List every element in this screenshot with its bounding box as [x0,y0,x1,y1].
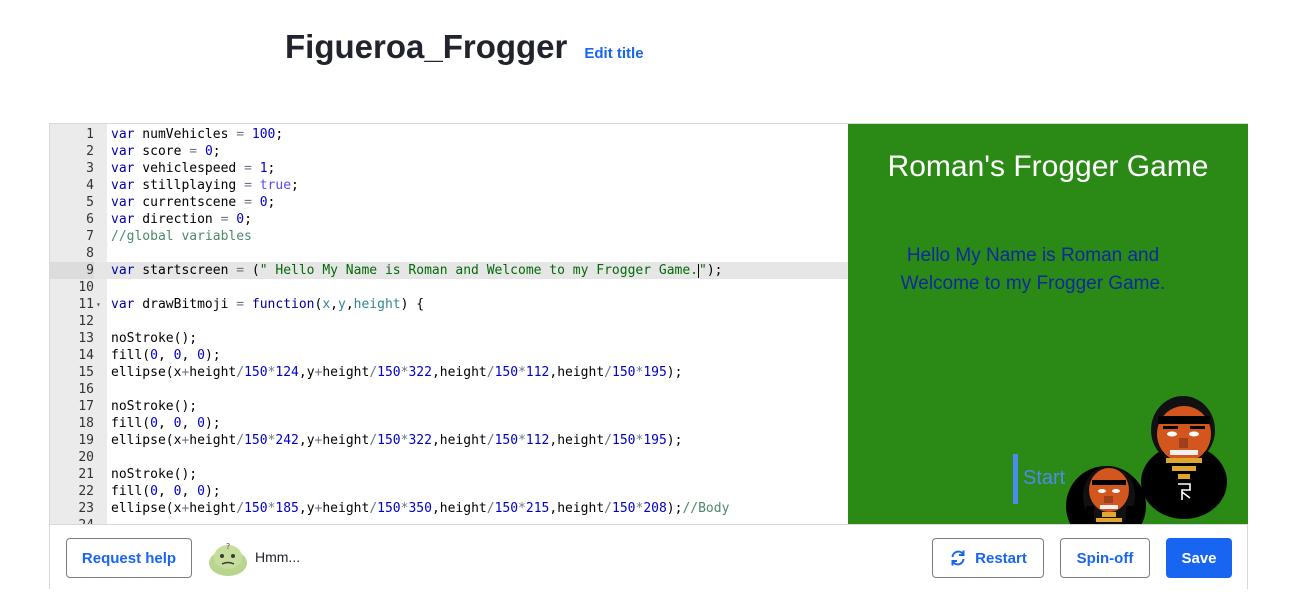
code-line[interactable]: 18 fill(0, 0, 0); [50,415,848,432]
code-line[interactable]: 11 ▾ var drawBitmoji = function(x,y,height… [50,296,848,313]
ide-footer: Request help ? Hmm... Restart Spin-off S… [50,524,1247,589]
code-text: noStroke(); [111,331,198,346]
code-line[interactable]: 24 [50,517,848,524]
code-text: //global variables [111,229,252,244]
code-text: fill(0, 0, 0); [111,348,221,363]
code-line[interactable]: 1 var numVehicles = 100; [50,126,848,143]
code-line[interactable]: 3 var vehiclespeed = 1; [50,160,848,177]
game-intro-text: Hello My Name is Roman and Welcome to my… [900,245,1166,294]
line-number: 17 [78,399,94,414]
line-number: 12 [78,314,94,329]
code-text: var numVehicles = 100; [111,127,284,142]
code-line[interactable]: 2 var score = 0; [50,143,848,160]
line-number: 22 [78,484,94,499]
program-output-canvas[interactable]: Roman's Frogger Game Hello My Name is Ro… [848,124,1248,524]
line-number: 14 [78,348,94,363]
code-line[interactable]: 6 var direction = 0; [50,211,848,228]
code-text: var vehiclespeed = 1; [111,161,276,176]
svg-text:?: ? [226,542,230,551]
line-number: 23 [78,501,94,516]
line-number: 18 [78,416,94,431]
line-number: 4 [86,178,94,193]
code-line[interactable]: 4 var stillplaying = true; [50,177,848,194]
line-number: 8 [86,246,94,261]
fold-toggle-icon[interactable]: ▾ [96,296,101,313]
code-line[interactable]: 10 [50,279,848,296]
code-line[interactable]: 23 ellipse(x+height/150*185,y+height/150*… [50,500,848,517]
line-number: 21 [78,467,94,482]
code-text: ellipse(x+height/150*124,y+height/150*32… [111,365,683,380]
edit-title-link[interactable]: Edit title [584,45,643,62]
code-text: var score = 0; [111,144,221,159]
program-ide: 1 var numVehicles = 100; 2 var score = 0; 3 v… [49,123,1248,589]
code-line[interactable]: 15 ellipse(x+height/150*124,y+height/150*… [50,364,848,381]
avatar: ? [209,542,247,576]
line-number: 16 [78,382,94,397]
status-text: Hmm... [255,549,301,565]
code-line[interactable]: 20 [50,449,848,466]
spinoff-button[interactable]: Spin-off [1060,538,1150,578]
code-editor[interactable]: 1 var numVehicles = 100; 2 var score = 0; 3 v… [50,124,849,524]
start-button-bar [1013,454,1018,504]
page-title: Figueroa_Frogger [285,28,568,65]
save-button[interactable]: Save [1166,538,1232,578]
line-number: 15 [78,365,94,380]
line-number: 9 [50,262,94,279]
code-text: fill(0, 0, 0); [111,416,221,431]
code-line[interactable]: 7 //global variables [50,228,848,245]
code-line[interactable]: 8 [50,245,848,262]
code-text: var currentscene = 0; [111,195,276,210]
code-line[interactable]: 21 noStroke(); [50,466,848,483]
line-number: 2 [86,144,94,159]
title-row: Figueroa_Frogger Edit title [285,28,644,66]
code-line[interactable]: 12 [50,313,848,330]
request-help-button[interactable]: Request help [66,538,192,578]
line-number: 5 [86,195,94,210]
restart-label: Restart [975,549,1027,567]
code-text: noStroke(); [111,467,198,482]
start-label: Start [1023,467,1066,489]
line-number: 7 [86,229,94,244]
code-line[interactable]: 13 noStroke(); [50,330,848,347]
code-text: var direction = 0; [111,212,252,227]
code-text: var drawBitmoji = function(x,y,height) { [111,297,425,312]
code-text: var stillplaying = true; [111,178,299,193]
code-text: var startscreen = (" Hello My Name is Ro… [111,263,723,278]
code-line[interactable]: 5 var currentscene = 0; [50,194,848,211]
code-line[interactable]: 22 fill(0, 0, 0); [50,483,848,500]
code-line[interactable]: 16 [50,381,848,398]
code-content[interactable]: 1 var numVehicles = 100; 2 var score = 0; 3 v… [50,126,848,524]
line-number: 13 [78,331,94,346]
line-number: 19 [78,433,94,448]
code-text: ellipse(x+height/150*242,y+height/150*32… [111,433,683,448]
code-text: noStroke(); [111,399,198,414]
code-line[interactable]: 9 var startscreen = (" Hello My Name is R… [50,262,848,279]
line-number: 24 [50,517,94,524]
code-line[interactable]: 19 ellipse(x+height/150*242,y+height/150*… [50,432,848,449]
line-number: 20 [78,450,94,465]
restart-icon [951,550,965,566]
line-number: 1 [86,127,94,142]
line-number: 10 [78,280,94,295]
code-line[interactable]: 14 fill(0, 0, 0); [50,347,848,364]
code-line[interactable]: 17 noStroke(); [50,398,848,415]
restart-button[interactable]: Restart [932,538,1044,578]
bitmoji-large [1141,396,1227,519]
game-title: Roman's Frogger Game [887,150,1209,183]
code-text: fill(0, 0, 0); [111,484,221,499]
line-number: 11 [78,297,94,312]
code-text: ellipse(x+height/150*185,y+height/150*35… [111,501,730,516]
line-number: 3 [86,161,94,176]
line-number: 6 [86,212,94,227]
